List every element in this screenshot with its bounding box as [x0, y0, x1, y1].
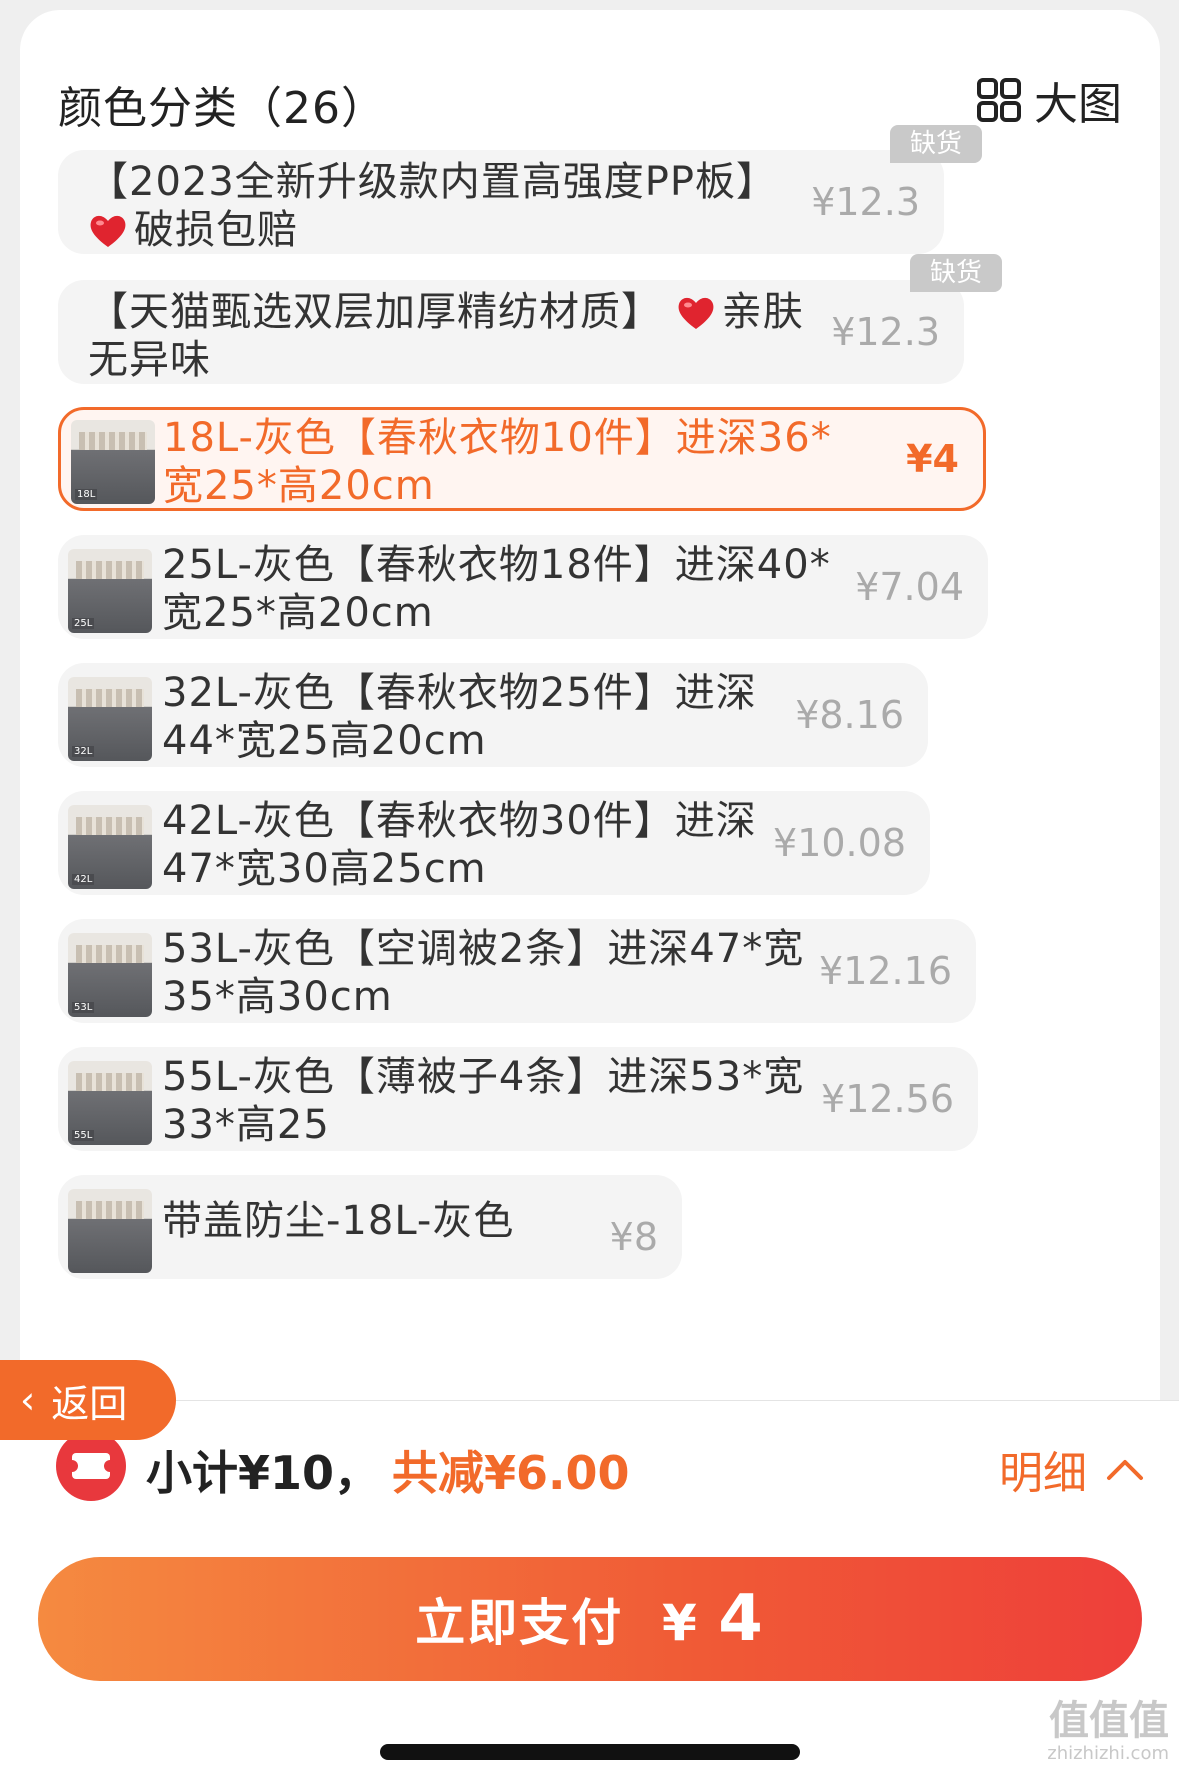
- heart-icon: [90, 215, 126, 247]
- sku-option[interactable]: 32L 32L-灰色【春秋衣物25件】进深 44*宽25高20cm ¥8.16: [58, 663, 928, 767]
- sku-name: 18L-灰色【春秋衣物10件】进深36* 宽25*高20cm: [163, 414, 832, 510]
- sku-option-selected[interactable]: 18L 18L-灰色【春秋衣物10件】进深36* 宽25*高20cm ¥4: [58, 407, 986, 511]
- sku-name-line2: 无异味: [88, 337, 211, 383]
- chevron-up-icon: [1107, 1460, 1143, 1480]
- sku-thumbnail: 18L: [71, 420, 155, 504]
- sku-thumbnail: 42L: [68, 805, 152, 889]
- sku-price: ¥10.08: [773, 821, 906, 865]
- sku-name-line2: 47*宽30高25cm: [162, 846, 487, 892]
- thumb-size-tag: 42L: [72, 874, 95, 885]
- sku-name-line1: 42L-灰色【春秋衣物30件】进深: [162, 798, 757, 844]
- home-indicator: [380, 1744, 800, 1760]
- sku-name-line2: 破损包赔: [134, 207, 298, 253]
- back-button[interactable]: ‹ 返回: [0, 1360, 176, 1440]
- watermark-site: zhizhizhi.com: [1047, 1743, 1169, 1764]
- sku-name-line1-suffix: 亲肤: [721, 289, 804, 335]
- sku-price: ¥12.3: [831, 310, 940, 354]
- sku-name: 32L-灰色【春秋衣物25件】进深 44*宽25高20cm: [162, 669, 757, 765]
- sku-name-line1: 55L-灰色【薄被子4条】进深53*宽: [162, 1054, 805, 1100]
- pay-now-button[interactable]: 立即支付 ¥ 4: [38, 1557, 1142, 1681]
- pay-amount: 4: [718, 1582, 765, 1656]
- sku-option[interactable]: 42L 42L-灰色【春秋衣物30件】进深 47*宽30高25cm ¥10.08: [58, 791, 930, 895]
- grid-view-icon: [977, 78, 1021, 122]
- thumb-size-tag: 18L: [75, 489, 98, 500]
- sku-name: 53L-灰色【空调被2条】进深47*宽 35*高30cm: [162, 925, 804, 1021]
- sku-name-line2: 宽25*高20cm: [162, 590, 434, 636]
- sku-name-line1: 带盖防尘-18L-灰色: [162, 1198, 515, 1244]
- discount-text: 共减¥6.00: [392, 1446, 630, 1500]
- checkout-footer: 小计¥10， 共减¥6.00 明细 立即支付 ¥ 4 值值值 zhizhizhi…: [0, 1400, 1179, 1784]
- sku-thumbnail: 32L: [68, 677, 152, 761]
- sku-name: 【天猫甄选双层加厚精纺材质】 亲肤 无异味: [88, 288, 804, 384]
- sku-name-line1: 18L-灰色【春秋衣物10件】进深36*: [163, 415, 832, 461]
- thumb-size-tag: 32L: [72, 746, 95, 757]
- subtotal-text: 小计¥10，: [146, 1446, 381, 1500]
- sku-price: ¥8.16: [795, 693, 904, 737]
- detail-toggle[interactable]: 明细: [999, 1437, 1145, 1501]
- back-label: 返回: [51, 1381, 128, 1426]
- watermark: 值值值 zhizhizhi.com: [1047, 1699, 1169, 1765]
- sku-name-line1: 53L-灰色【空调被2条】进深47*宽: [162, 926, 805, 972]
- chevron-left-icon: ‹: [20, 1378, 36, 1422]
- sku-price: ¥12.56: [821, 1077, 954, 1121]
- sku-option[interactable]: 55L 55L-灰色【薄被子4条】进深53*宽 33*高25 ¥12.56: [58, 1047, 978, 1151]
- section-title: 颜色分类（26）: [58, 83, 386, 134]
- sku-name: 25L-灰色【春秋衣物18件】进深40* 宽25*高20cm: [162, 541, 831, 637]
- sku-option[interactable]: 【2023全新升级款内置高强度PP板】 破损包赔 ¥12.3: [58, 150, 944, 254]
- pay-currency: ¥: [662, 1594, 699, 1652]
- watermark-text: 值值值: [1049, 1698, 1169, 1744]
- detail-label: 明细: [999, 1448, 1087, 1499]
- sku-name: 【2023全新升级款内置高强度PP板】 破损包赔: [88, 158, 777, 254]
- sku-option[interactable]: 25L 25L-灰色【春秋衣物18件】进深40* 宽25*高20cm ¥7.04: [58, 535, 988, 639]
- sku-name: 42L-灰色【春秋衣物30件】进深 47*宽30高25cm: [162, 797, 757, 893]
- coupon-icon: [56, 1431, 126, 1501]
- sku-name: 55L-灰色【薄被子4条】进深53*宽 33*高25: [162, 1053, 804, 1149]
- thumb-size-tag: 55L: [72, 1130, 95, 1141]
- sku-thumbnail: 25L: [68, 549, 152, 633]
- sku-name-line2: 44*宽25高20cm: [162, 718, 487, 764]
- sku-thumbnail: [68, 1189, 152, 1273]
- sku-name-line1: 25L-灰色【春秋衣物18件】进深40*: [162, 542, 831, 588]
- sku-thumbnail: 55L: [68, 1061, 152, 1145]
- sku-price: ¥12.16: [819, 949, 952, 993]
- out-of-stock-badge: 缺货: [890, 125, 982, 163]
- sku-name-line1: 【天猫甄选双层加厚精纺材质】: [88, 289, 662, 335]
- sku-price: ¥12.3: [811, 180, 920, 224]
- sku-price: ¥7.04: [855, 565, 964, 609]
- sku-thumbnail: 53L: [68, 933, 152, 1017]
- sku-name-line1: 【2023全新升级款内置高强度PP板】: [88, 159, 778, 205]
- heart-icon: [678, 297, 714, 329]
- big-image-label: 大图: [1034, 79, 1122, 130]
- sku-name-line2: 35*高30cm: [162, 974, 393, 1020]
- pay-label: 立即支付: [415, 1594, 624, 1652]
- sku-option[interactable]: 【天猫甄选双层加厚精纺材质】 亲肤 无异味 ¥12.3: [58, 280, 964, 384]
- out-of-stock-badge: 缺货: [910, 254, 1002, 292]
- thumb-size-tag: 53L: [72, 1002, 95, 1013]
- sku-name-line2: 33*高25: [162, 1102, 330, 1148]
- sku-selector-sheet: 颜色分类（26） 大图 【2023全新升级款内置高强度PP板】 破损包赔 ¥12…: [20, 10, 1160, 1400]
- sku-name-line1: 32L-灰色【春秋衣物25件】进深: [162, 670, 757, 716]
- thumb-size-tag: 25L: [72, 618, 95, 629]
- sku-option[interactable]: 带盖防尘-18L-灰色 ¥8: [58, 1175, 682, 1279]
- sku-price: ¥4: [906, 437, 959, 481]
- sku-name-line2: 宽25*高20cm: [163, 463, 435, 509]
- sku-price: ¥8: [609, 1215, 658, 1259]
- sku-option[interactable]: 53L 53L-灰色【空调被2条】进深47*宽 35*高30cm ¥12.16: [58, 919, 976, 1023]
- big-image-toggle[interactable]: 大图: [976, 70, 1122, 130]
- sku-name: 带盖防尘-18L-灰色: [162, 1197, 514, 1245]
